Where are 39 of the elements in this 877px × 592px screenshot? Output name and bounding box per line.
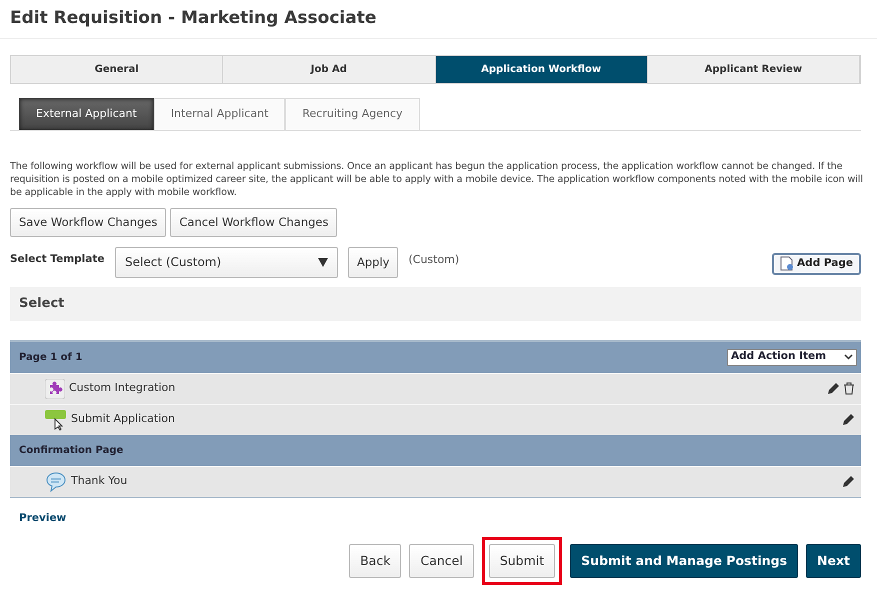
caret-icon	[318, 258, 328, 267]
tab[interactable]: Internal Applicant	[154, 98, 286, 130]
preview-link[interactable]: Preview	[19, 510, 66, 526]
chevron-icon	[844, 354, 853, 360]
tab[interactable]: Job Ad	[223, 56, 436, 84]
add-page-button[interactable]: Add Page	[772, 252, 861, 275]
workflow-item[interactable]: Thank You	[71, 473, 128, 490]
apply-button[interactable]: Apply	[348, 246, 398, 278]
section-header: Select	[10, 287, 861, 321]
document-icon	[780, 256, 794, 272]
tab[interactable]: External Applicant	[19, 98, 154, 130]
footer-button[interactable]: Next	[806, 544, 861, 578]
tab[interactable]: Application Workflow	[436, 56, 648, 84]
workflow-button[interactable]: Save Workflow Changes	[10, 208, 166, 237]
page-title: Edit Requisition - Marketing Associate	[0, 0, 877, 40]
edit-icon[interactable]	[842, 413, 855, 426]
section-title: Page 1 of 1	[19, 350, 82, 365]
field-label: Select Template	[10, 252, 105, 267]
submit-icon	[45, 408, 67, 431]
workflow-item[interactable]: Submit Application	[71, 411, 175, 428]
tab[interactable]: Recruiting Agency	[285, 98, 420, 130]
description-text: The following workflow will be used for external applicant submissions. Once an applicant has begun the application process, the application workflow cannot be changed. If the requisition is posted on a mobile optimized career site, the applicant will be able to apply with a mobile device. The application workflow components noted with the mobile icon will be applicable in the apply with mobile workflow.	[10, 160, 863, 200]
edit-icon[interactable]	[827, 382, 840, 396]
delete-icon[interactable]	[843, 382, 855, 396]
workflow-button[interactable]: Cancel Workflow Changes	[170, 208, 338, 237]
template-note: (Custom)	[408, 252, 460, 268]
tab[interactable]: Applicant Review	[648, 56, 860, 84]
action-select[interactable]: Add Action Item	[727, 348, 857, 366]
tab[interactable]: General	[11, 56, 224, 84]
footer-button[interactable]: Submit and Manage Postings	[570, 544, 798, 578]
workflow-item[interactable]: Custom Integration	[69, 380, 176, 397]
footer-button[interactable]: Back	[349, 544, 402, 578]
section-title: Confirmation Page	[19, 444, 124, 458]
edit-icon[interactable]	[842, 475, 855, 488]
footer-button[interactable]: Cancel	[409, 544, 474, 578]
template-select[interactable]: Select (Custom)	[115, 246, 338, 278]
footer-button[interactable]: Submit	[488, 544, 556, 578]
speech-bubble-icon	[45, 470, 67, 493]
puzzle-icon	[45, 378, 65, 399]
